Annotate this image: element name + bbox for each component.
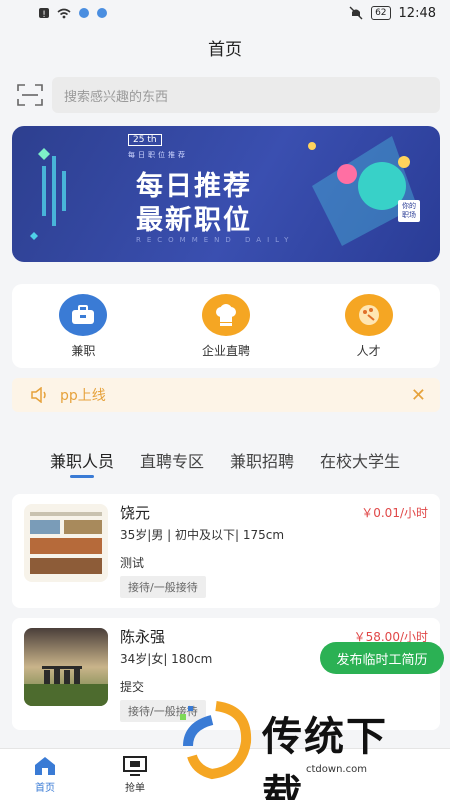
page-title: 首页 — [208, 39, 242, 60]
wifi-icon — [57, 8, 71, 19]
tab-students[interactable]: 在校大学生 — [320, 442, 400, 478]
worker-thumbnail — [24, 504, 108, 582]
nav-label: 首页 — [35, 783, 55, 794]
nav-home[interactable]: 首页 — [0, 749, 90, 800]
chef-hat-icon — [202, 293, 250, 336]
clock: 12:48 — [398, 5, 436, 21]
worker-name: 饶元 — [120, 504, 151, 522]
category-label: 人才 — [356, 343, 381, 358]
category-label: 企业直聘 — [202, 343, 251, 358]
watermark-text: 传统下载 — [262, 714, 388, 800]
watermark-url: ctdown.com — [306, 764, 367, 775]
banner-headline-2: 最新职位 — [136, 205, 252, 236]
watermark-logo: 传统下载 ctdown.com — [176, 700, 426, 800]
svg-text:!: ! — [42, 10, 46, 19]
promo-banner[interactable]: 25 th 每日职位推荐 每日推荐 最新职位 RECOMMEND DAILY 你… — [12, 126, 440, 262]
worker-desc: 测试 — [120, 556, 145, 570]
worker-info: 34岁|女| 180cm — [120, 652, 213, 666]
briefcase-icon — [59, 293, 108, 336]
mute-bell-icon — [349, 6, 363, 20]
worker-desc: 提交 — [120, 680, 145, 694]
palette-icon — [344, 293, 393, 336]
post-resume-button[interactable]: 发布临时工简历 — [320, 642, 444, 674]
notice-bar[interactable]: pp上线 ✕ — [12, 378, 440, 412]
banner-subtitle: 每日职位推荐 — [128, 151, 188, 159]
scan-icon[interactable] — [16, 81, 44, 109]
worker-card[interactable]: 饶元 ￥0.01/小时 35岁|男 | 初中及以下| 175cm 测试 接待/一… — [12, 494, 440, 608]
category-grid: 兼职 企业直聘 人才 — [12, 284, 440, 368]
tab-direct-hire[interactable]: 直聘专区 — [140, 442, 204, 478]
search-input[interactable]: 搜索感兴趣的东西 — [52, 77, 440, 113]
category-direct-hire[interactable]: 企业直聘 — [155, 284, 298, 368]
category-talent[interactable]: 人才 — [297, 284, 440, 368]
category-part-time[interactable]: 兼职 — [12, 284, 155, 368]
search-row: 搜索感兴趣的东西 — [16, 76, 440, 114]
monitor-icon — [123, 756, 147, 776]
banner-badge: 25 th — [128, 134, 162, 146]
worker-name: 陈永强 — [120, 628, 166, 646]
nav-label: 抢单 — [125, 783, 145, 794]
battery-indicator: 62 — [371, 6, 391, 20]
worker-tag: 接待/一般接待 — [120, 576, 206, 598]
notice-text: pp上线 — [60, 388, 106, 404]
tab-part-time-workers[interactable]: 兼职人员 — [50, 442, 114, 478]
status-bar: ! 62 12:48 — [0, 0, 450, 26]
tab-bar: 兼职人员 直聘专区 兼职招聘 在校大学生 — [0, 442, 450, 482]
banner-english: RECOMMEND DAILY — [136, 236, 295, 244]
banner-tag: 你的职场 — [398, 200, 420, 222]
worker-thumbnail — [24, 628, 108, 706]
category-label: 兼职 — [71, 343, 96, 358]
notification-icon: ! — [39, 8, 49, 19]
worker-info: 35岁|男 | 初中及以下| 175cm — [120, 528, 285, 542]
app-icon — [79, 8, 89, 18]
speaker-icon — [31, 387, 46, 403]
worker-salary: ￥0.01/小时 — [361, 506, 428, 520]
watermark-emblem — [180, 701, 252, 780]
home-icon — [35, 757, 55, 775]
app-icon — [97, 8, 107, 18]
tab-part-time-recruit[interactable]: 兼职招聘 — [230, 442, 294, 478]
close-icon[interactable]: ✕ — [411, 385, 426, 406]
nav-grab-order[interactable]: 抢单 — [90, 749, 180, 800]
